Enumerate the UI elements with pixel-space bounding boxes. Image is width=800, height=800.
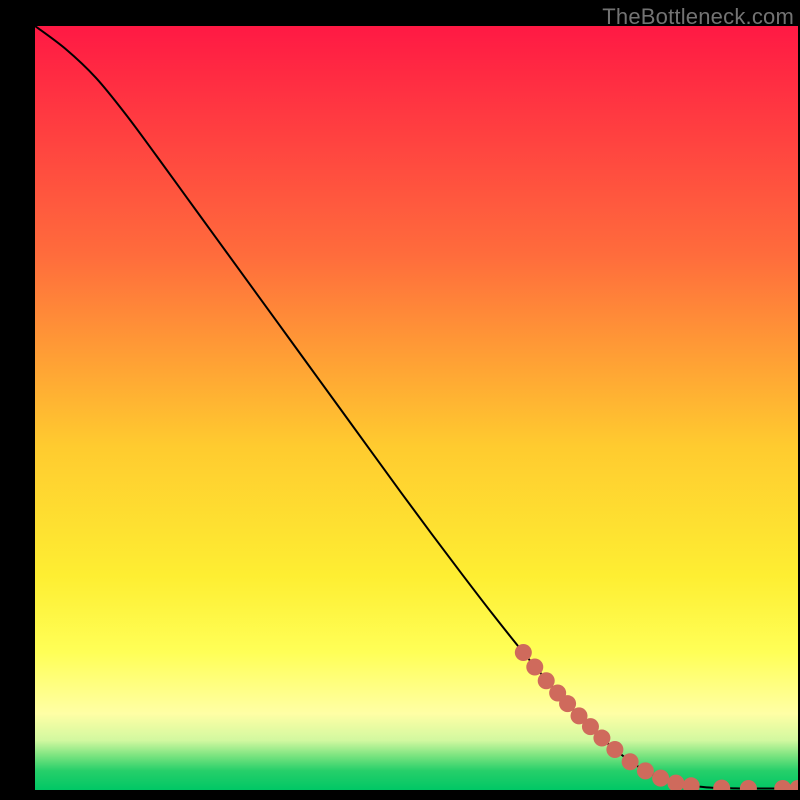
data-marker bbox=[622, 753, 639, 770]
data-marker bbox=[526, 659, 543, 676]
chart-svg bbox=[35, 26, 798, 790]
data-marker bbox=[593, 730, 610, 747]
plot-area bbox=[35, 26, 798, 790]
gradient-background bbox=[35, 26, 798, 790]
data-marker bbox=[515, 644, 532, 661]
data-marker bbox=[637, 762, 654, 779]
attribution-text: TheBottleneck.com bbox=[602, 4, 794, 30]
chart-stage: TheBottleneck.com bbox=[0, 0, 800, 800]
data-marker bbox=[652, 770, 669, 787]
data-marker bbox=[606, 741, 623, 758]
